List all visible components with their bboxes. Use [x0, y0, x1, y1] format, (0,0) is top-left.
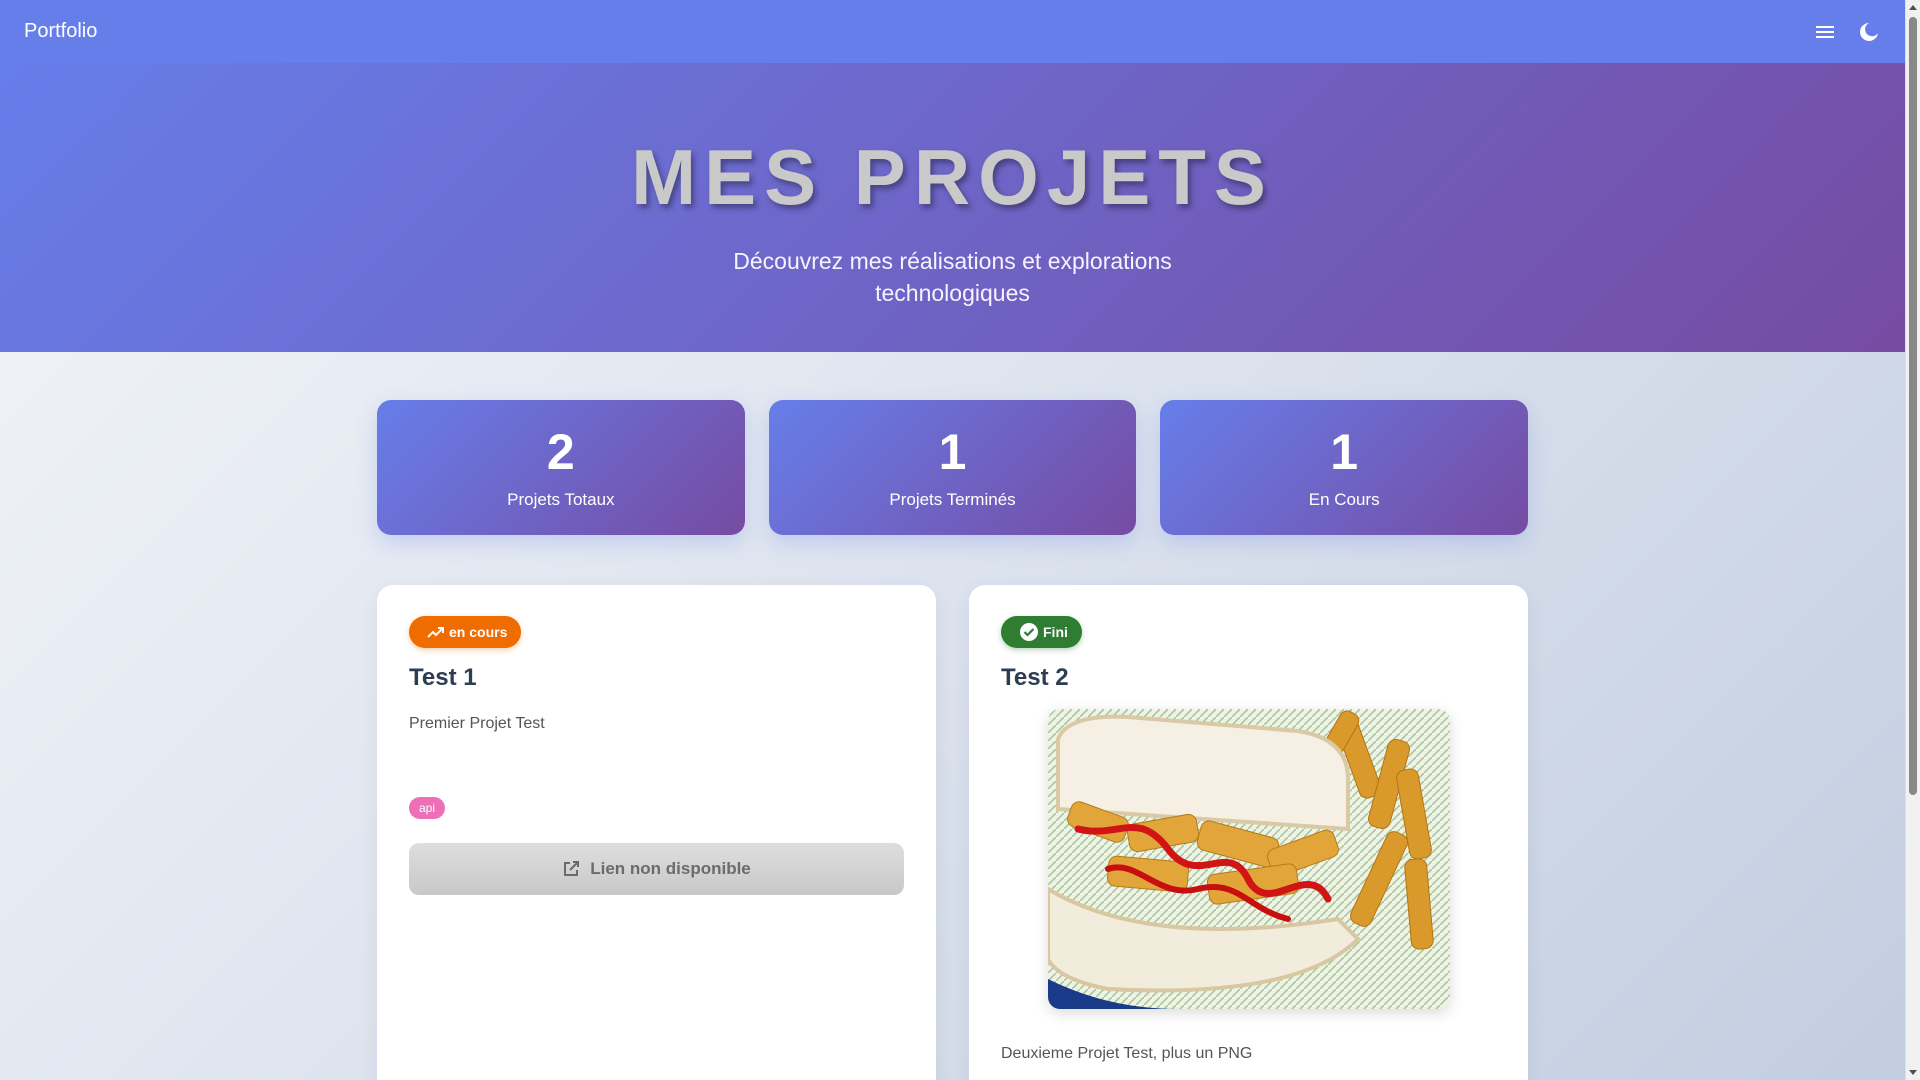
stat-card-completed: 1 Projets Terminés	[768, 400, 1137, 535]
page-scrollbar[interactable]	[1905, 0, 1920, 1080]
link-label: Lien non disponible	[590, 859, 751, 878]
tag-chip: api	[409, 797, 446, 819]
status-label: Fini	[1043, 624, 1068, 640]
stat-value: 2	[546, 424, 575, 480]
project-title: Test 2	[1001, 664, 1069, 691]
check-circle-icon	[1020, 623, 1038, 641]
page-title: MES PROJETS	[631, 133, 1274, 221]
stat-value: 1	[938, 424, 967, 480]
nav-actions	[1813, 20, 1881, 44]
status-label: en cours	[449, 624, 508, 640]
trending-up-icon	[427, 627, 444, 638]
chip-butty-sandwich-image[interactable]	[1047, 709, 1450, 1009]
project-description: Deuxieme Projet Test, plus un PNG	[1001, 1045, 1253, 1062]
project-card-test-1: en cours Test 1 Premier Projet Test api …	[377, 585, 936, 1080]
hero-subtitle: Découvrez mes réalisations et exploratio…	[733, 248, 1172, 306]
menu-icon[interactable]	[1813, 20, 1837, 44]
status-badge: Fini	[1001, 616, 1082, 648]
stat-label: Projets Totaux	[507, 490, 615, 509]
moon-icon[interactable]	[1857, 20, 1881, 44]
brand-link[interactable]: Portfolio	[24, 20, 97, 43]
navbar: Portfolio	[0, 0, 1905, 63]
stat-card-total: 2 Projets Totaux	[377, 400, 745, 535]
page: Portfolio MES PROJETS Découvrez mes réal…	[0, 0, 1905, 1080]
status-badge: en cours	[409, 616, 522, 648]
stat-label: En Cours	[1308, 490, 1380, 509]
scroll-down-icon[interactable]	[1909, 1070, 1917, 1075]
stat-label: Projets Terminés	[889, 490, 1016, 509]
stat-card-in-progress: 1 En Cours	[1160, 400, 1529, 535]
project-link-button[interactable]: Lien non disponible	[409, 843, 904, 895]
hero-section: MES PROJETS Découvrez mes réalisations e…	[0, 63, 1905, 352]
stat-value: 1	[1330, 424, 1359, 480]
scroll-thumb[interactable]	[1909, 17, 1917, 795]
project-description: Premier Projet Test	[409, 715, 545, 732]
project-card-test-2: Fini Test 2 Deuxieme Projet Test, plus u…	[969, 585, 1528, 1080]
external-link-icon	[564, 861, 580, 876]
scroll-up-icon[interactable]	[1909, 5, 1917, 10]
stats-row: 2 Projets Totaux 1 Projets Terminés 1 En…	[377, 400, 1529, 535]
project-title: Test 1	[409, 664, 477, 691]
projects-grid: en cours Test 1 Premier Projet Test api …	[377, 585, 1528, 1080]
